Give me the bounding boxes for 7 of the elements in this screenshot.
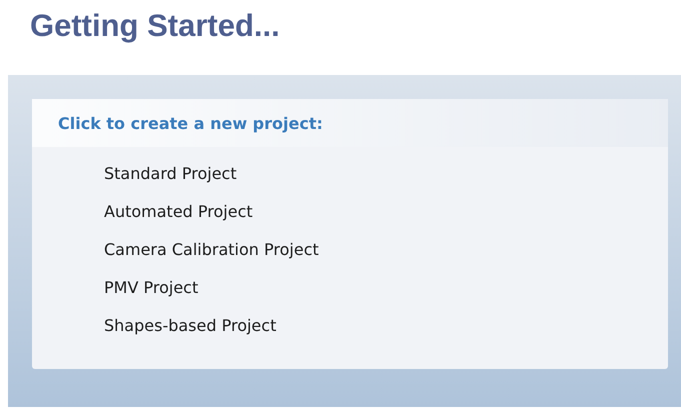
project-link[interactable]: Camera Calibration Project — [104, 237, 319, 262]
project-link[interactable]: Shapes-based Project — [104, 313, 276, 338]
card-heading: Click to create a new project: — [58, 114, 323, 132]
project-link[interactable]: Standard Project — [104, 161, 237, 186]
project-link[interactable]: PMV Project — [104, 275, 198, 300]
project-link[interactable]: Automated Project — [104, 199, 253, 224]
page-title: Getting Started... — [29, 7, 281, 45]
